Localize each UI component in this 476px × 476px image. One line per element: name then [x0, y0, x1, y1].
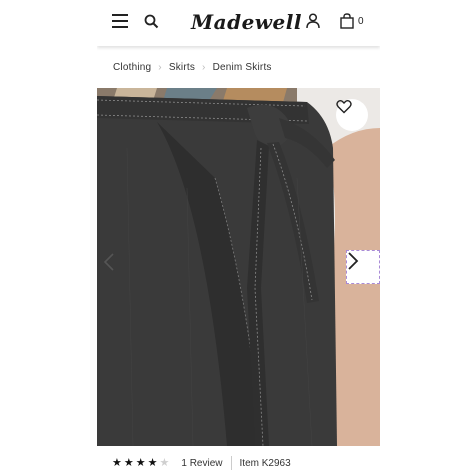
chevron-right-icon: ›: [202, 61, 206, 73]
chevron-right-icon: [348, 252, 359, 270]
site-header: Madewell 0: [97, 0, 380, 46]
star-filled-icon: ★: [147, 457, 158, 469]
breadcrumb: Clothing › Skirts › Denim Skirts: [113, 60, 272, 74]
previous-image-button[interactable]: [103, 252, 123, 282]
shopping-bag-icon[interactable]: [340, 13, 354, 29]
bag-count[interactable]: 0: [358, 16, 364, 27]
chevron-right-icon: ›: [158, 61, 162, 73]
page-frame: Madewell 0 Clothing › Skirts › Denim Ski…: [97, 0, 380, 476]
brand-logo[interactable]: Madewell: [191, 8, 301, 36]
product-image[interactable]: [97, 88, 380, 446]
next-image-button[interactable]: [346, 250, 380, 284]
star-rating[interactable]: ★ ★ ★ ★ ★: [112, 456, 171, 470]
chevron-left-icon: [103, 253, 114, 271]
hamburger-menu-icon[interactable]: [112, 14, 128, 28]
rating-row: ★ ★ ★ ★ ★ 1 Review Item K2963: [112, 454, 291, 472]
item-number: Item K2963: [239, 457, 291, 469]
star-empty-icon: ★: [159, 457, 170, 469]
user-icon[interactable]: [306, 13, 320, 29]
star-filled-icon: ★: [123, 457, 134, 469]
breadcrumb-item-skirts[interactable]: Skirts: [169, 62, 195, 73]
breadcrumb-item-denim-skirts[interactable]: Denim Skirts: [213, 62, 272, 73]
star-filled-icon: ★: [112, 457, 122, 469]
denim-skirt-photo: [97, 88, 380, 446]
star-filled-icon: ★: [135, 457, 146, 469]
review-count-link[interactable]: 1 Review: [181, 458, 222, 469]
breadcrumb-item-clothing[interactable]: Clothing: [113, 62, 151, 73]
wishlist-button[interactable]: [336, 99, 368, 131]
divider: [230, 456, 232, 470]
search-icon[interactable]: [144, 14, 159, 29]
heart-icon: [336, 100, 352, 114]
